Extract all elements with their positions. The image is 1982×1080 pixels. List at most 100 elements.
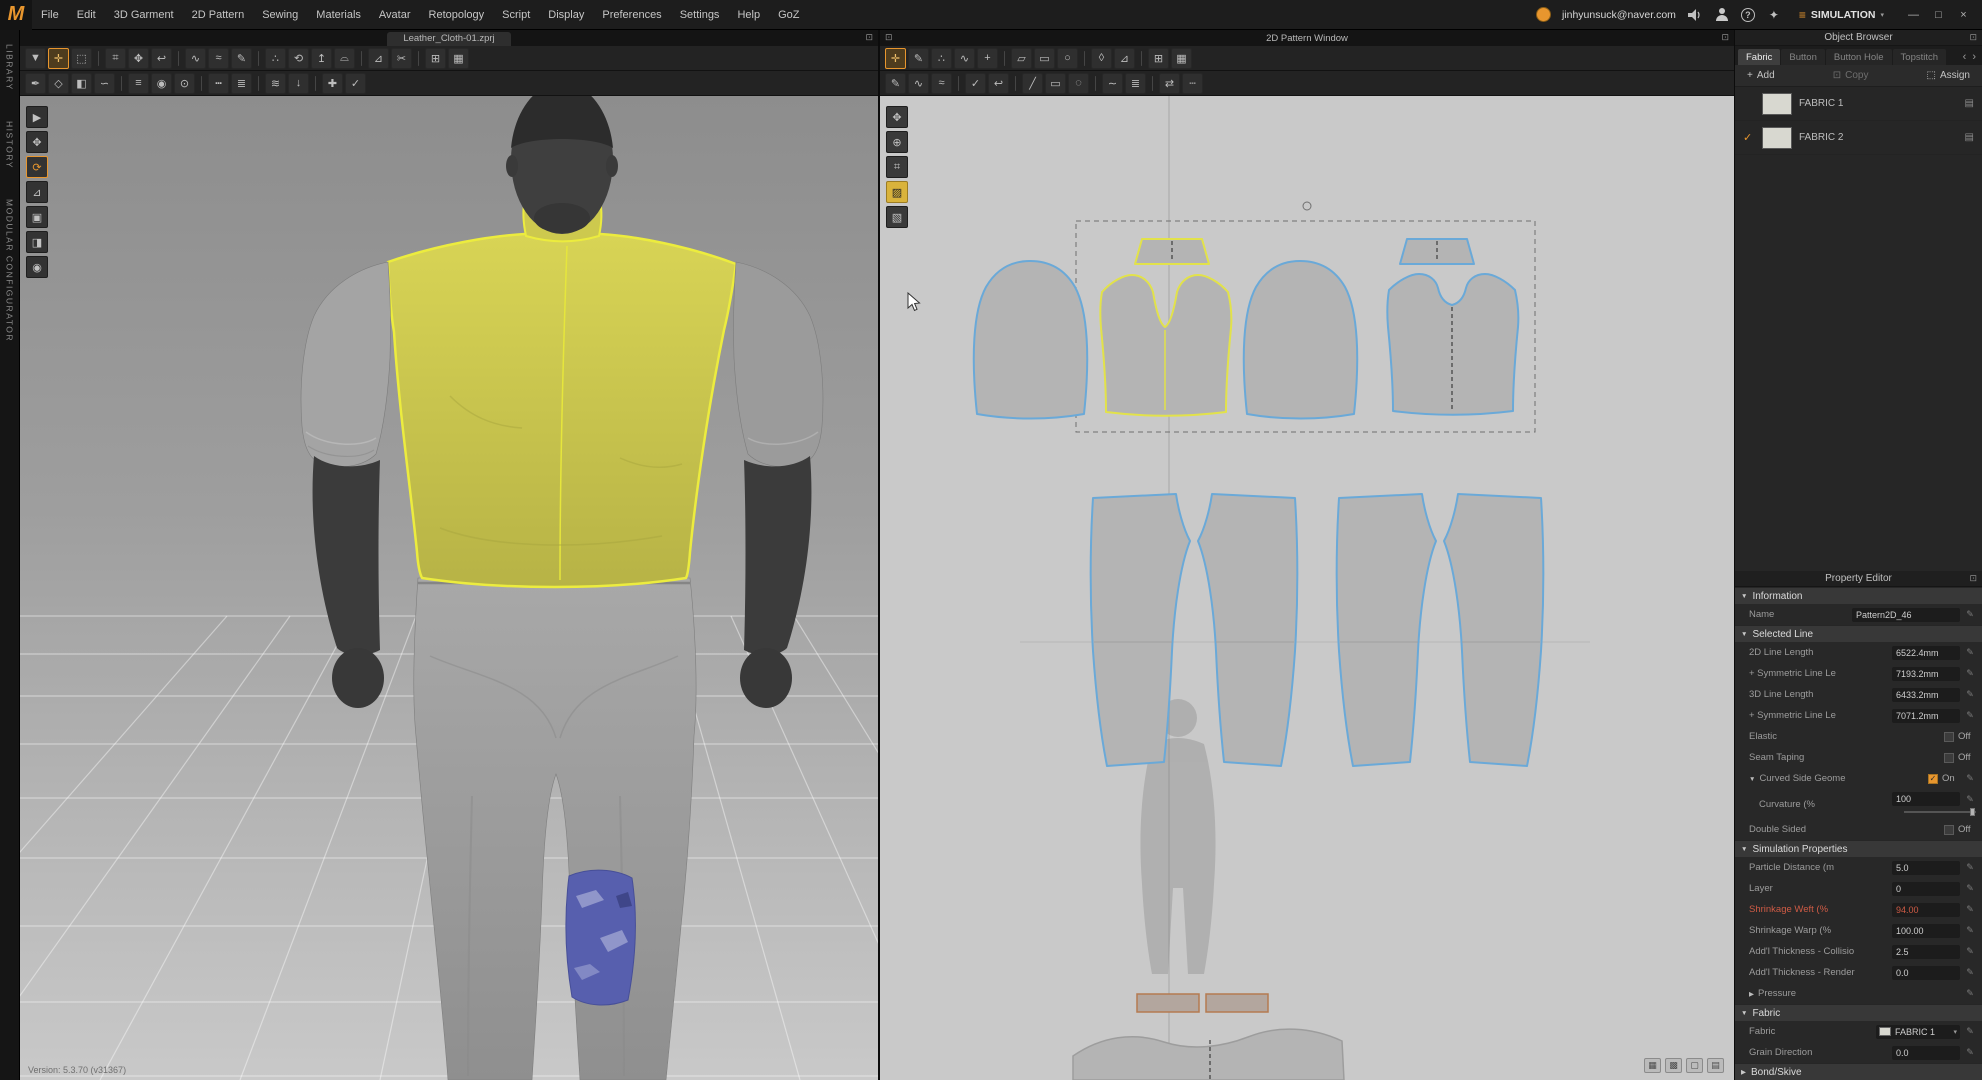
check-sewing-icon[interactable]: ✓ xyxy=(965,73,986,94)
curvature-slider[interactable] xyxy=(1904,808,1976,816)
button-icon[interactable]: ◉ xyxy=(151,73,172,94)
account-email[interactable]: jinhyunsuck@naver.com xyxy=(1562,9,1676,21)
edit-sewing-2d-icon[interactable]: ✎ xyxy=(885,73,906,94)
copy-fabric-button[interactable]: ⊡ Copy xyxy=(1833,70,1869,81)
prop-value[interactable]: 0 xyxy=(1892,882,1960,896)
section-simulation-properties[interactable]: ▼ Simulation Properties xyxy=(1735,840,1982,857)
view-texture-icon[interactable]: ▤ xyxy=(1707,1058,1724,1073)
pattern-sleeve-left[interactable] xyxy=(974,261,1087,419)
polygon-icon[interactable]: ▱ xyxy=(1011,48,1032,69)
menu-settings[interactable]: Settings xyxy=(671,0,729,30)
fabric-swatch[interactable] xyxy=(1762,127,1792,149)
free-sewing-icon[interactable]: ≈ xyxy=(208,48,229,69)
prop-value[interactable]: 6433.2mm xyxy=(1892,688,1960,702)
shirring-2d-icon[interactable]: ≣ xyxy=(1125,73,1146,94)
prop-value[interactable]: 7071.2mm xyxy=(1892,709,1960,723)
popout-icon[interactable]: ⊡ xyxy=(885,32,893,43)
gravity-icon[interactable]: ↓ xyxy=(288,73,309,94)
pattern-sleeve-right[interactable] xyxy=(1244,261,1357,419)
simulation-mode-selector[interactable]: ≡ SIMULATION ▾ xyxy=(1793,8,1890,22)
pattern-patch-blue[interactable] xyxy=(566,870,636,1005)
maximize-button[interactable]: □ xyxy=(1926,0,1951,30)
edit-icon[interactable]: ✎ xyxy=(1964,904,1976,915)
select-mesh-icon[interactable]: ⬚ xyxy=(71,48,92,69)
zipper-icon[interactable]: ≡ xyxy=(128,73,149,94)
edit-icon[interactable]: ✎ xyxy=(1964,988,1976,999)
plugin-icon[interactable]: ✦ xyxy=(1766,7,1782,23)
curved-side-checkbox[interactable]: ✓ xyxy=(1928,774,1938,784)
tab-topstitch[interactable]: Topstitch xyxy=(1893,49,1947,65)
prop-value[interactable]: 5.0 xyxy=(1892,861,1960,875)
viewport-3d[interactable]: ▶✥⟳⊿▣◨◉ xyxy=(20,96,878,1080)
camera-icon[interactable]: ◉ xyxy=(26,256,48,278)
gizmo-scale-icon[interactable]: ⊿ xyxy=(26,181,48,203)
popout-icon[interactable]: ⊡ xyxy=(1721,32,1729,43)
document-tab[interactable]: Leather_Cloth-01.zprj xyxy=(387,32,510,46)
edit-point-icon[interactable]: ∴ xyxy=(931,48,952,69)
prop-value[interactable]: 6522.4mm xyxy=(1892,646,1960,660)
pattern-bodice-front-selected[interactable] xyxy=(1100,275,1231,416)
edit-icon[interactable]: ✎ xyxy=(1964,1047,1976,1058)
transform-pattern-icon[interactable]: ✛ xyxy=(885,48,906,69)
fabric-item-2[interactable]: ✓ FABRIC 2 ▤ xyxy=(1735,121,1982,155)
texture-view-icon[interactable]: ▧ xyxy=(886,206,908,228)
collapse-icon[interactable]: ▼ xyxy=(1749,776,1755,783)
edit-icon[interactable]: ✎ xyxy=(1964,668,1976,679)
tack-icon[interactable]: ✚ xyxy=(322,73,343,94)
trace-icon[interactable]: ⊿ xyxy=(1114,48,1135,69)
tab-fabric[interactable]: Fabric xyxy=(1738,49,1780,65)
gizmo-rotate-icon[interactable]: ⟳ xyxy=(26,156,48,178)
zoom-2d-icon[interactable]: ⊕ xyxy=(886,131,908,153)
edit-icon[interactable]: ✎ xyxy=(1964,710,1976,721)
dart-icon[interactable]: ◊ xyxy=(1091,48,1112,69)
fabric-render-icon[interactable]: ▤ xyxy=(1965,132,1974,143)
pin-icon[interactable]: ⌗ xyxy=(105,48,126,69)
edit-mesh-icon[interactable]: ◇ xyxy=(48,73,69,94)
segment-sewing-2d-icon[interactable]: ∿ xyxy=(908,73,929,94)
edit-texture-icon[interactable]: ◧ xyxy=(71,73,92,94)
menu-help[interactable]: Help xyxy=(728,0,769,30)
reset-arrangement-icon[interactable]: ⟲ xyxy=(288,48,309,69)
drag-icon[interactable]: ✥ xyxy=(128,48,149,69)
speaker-icon[interactable] xyxy=(1687,7,1703,23)
popout-icon[interactable]: ⊡ xyxy=(1969,573,1977,584)
fit-check-icon[interactable]: ✓ xyxy=(345,73,366,94)
simulate-icon[interactable]: ▼ xyxy=(25,48,46,69)
tab-button-hole[interactable]: Button Hole xyxy=(1826,49,1892,65)
section-information[interactable]: ▼ Information xyxy=(1735,587,1982,604)
edit-pattern-icon[interactable]: ✎ xyxy=(908,48,929,69)
edit-icon[interactable]: ✎ xyxy=(1964,689,1976,700)
pattern-waistband-pieces[interactable] xyxy=(1137,994,1268,1012)
popout-icon[interactable]: ⊡ xyxy=(1969,32,1977,43)
shirring-icon[interactable]: ≣ xyxy=(231,73,252,94)
pattern-pants-group[interactable] xyxy=(1091,494,1544,766)
baseline-icon[interactable]: ┄ xyxy=(1182,73,1203,94)
measure-icon[interactable]: ⊿ xyxy=(368,48,389,69)
edit-icon[interactable]: ✎ xyxy=(1964,647,1976,658)
arrangement-points-icon[interactable]: ∴ xyxy=(265,48,286,69)
flatten-icon[interactable]: ⌓ xyxy=(334,48,355,69)
edit-icon[interactable]: ✎ xyxy=(1964,862,1976,873)
menu-preferences[interactable]: Preferences xyxy=(593,0,670,30)
edit-icon[interactable]: ✎ xyxy=(1964,925,1976,936)
expand-icon[interactable]: ▶ xyxy=(1749,991,1754,998)
pattern-bodice-back[interactable] xyxy=(1387,274,1518,415)
pattern-pant-front-right[interactable] xyxy=(1198,494,1297,766)
prop-value[interactable]: 94.00 xyxy=(1892,903,1960,917)
section-selected-line[interactable]: ▼ Selected Line xyxy=(1735,625,1982,642)
internal-line-icon[interactable]: ╱ xyxy=(1022,73,1043,94)
view-outline-icon[interactable]: ▢ xyxy=(1686,1058,1703,1073)
edit-icon[interactable]: ✎ xyxy=(1964,946,1976,957)
raise-pattern-icon[interactable]: ↥ xyxy=(311,48,332,69)
menu-file[interactable]: File xyxy=(32,0,68,30)
close-button[interactable]: × xyxy=(1951,0,1976,30)
pan-2d-icon[interactable]: ✥ xyxy=(886,106,908,128)
prop-value[interactable]: 100.00 xyxy=(1892,924,1960,938)
section-bond-skive[interactable]: ▶ Bond/Skive xyxy=(1735,1063,1982,1080)
popout-icon[interactable]: ⊡ xyxy=(865,32,873,43)
edit-icon[interactable]: ✎ xyxy=(1964,967,1976,978)
snap-2d-icon[interactable]: ⌗ xyxy=(886,156,908,178)
avatar-3d-scene[interactable] xyxy=(20,96,878,1080)
pattern-collar-front[interactable] xyxy=(1135,239,1209,264)
edit-icon[interactable]: ✎ xyxy=(1964,794,1976,805)
